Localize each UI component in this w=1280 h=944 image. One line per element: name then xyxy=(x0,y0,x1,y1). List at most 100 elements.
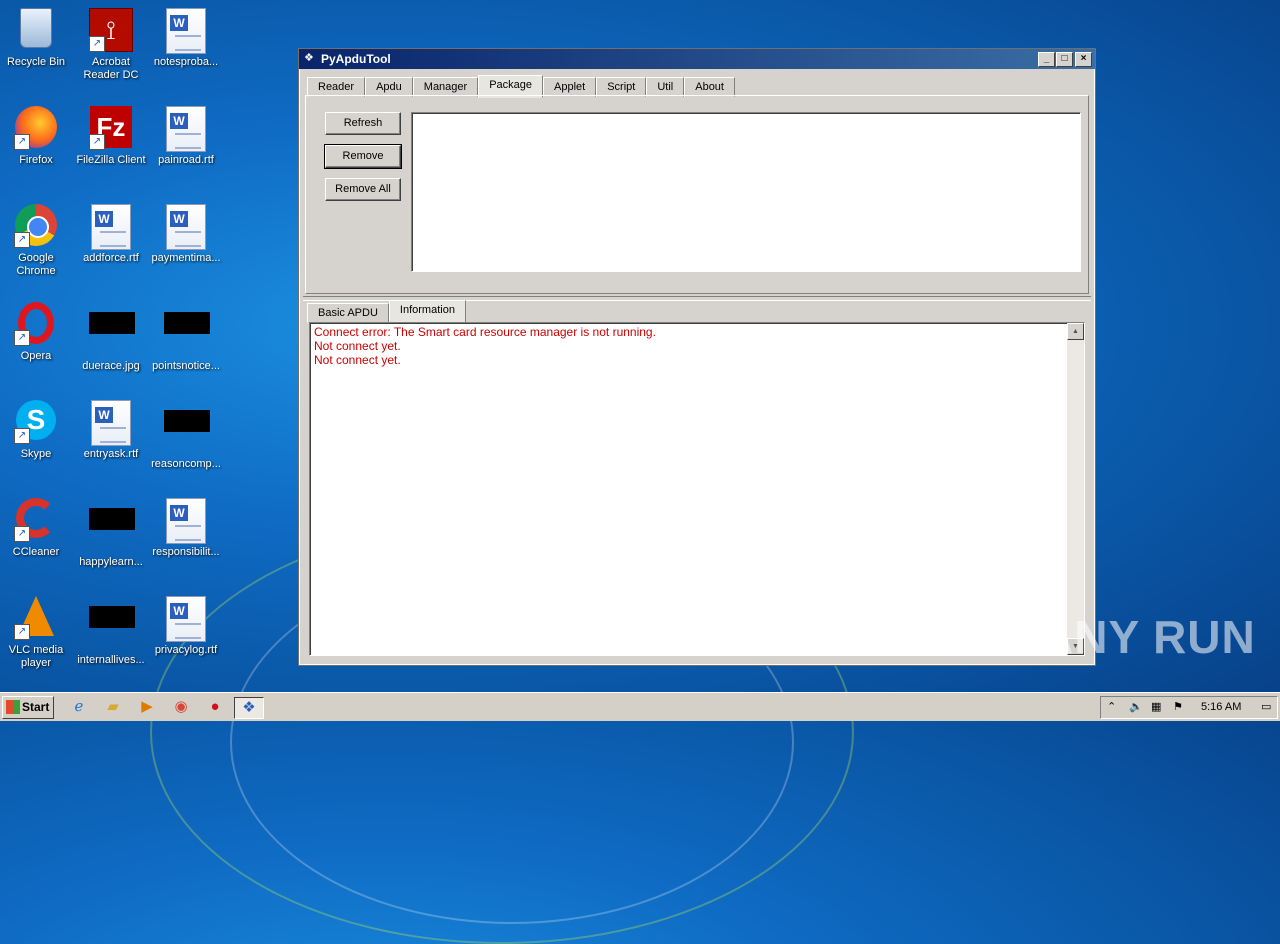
maximize-button[interactable]: □ xyxy=(1056,52,1073,67)
tab-util[interactable]: Util xyxy=(646,77,685,97)
volume-icon[interactable]: 🔈 xyxy=(1129,697,1143,718)
start-label: Start xyxy=(22,700,50,714)
tab-apdu[interactable]: Apdu xyxy=(365,77,413,97)
desktop-icon-reasoncomp[interactable]: reasoncomp... xyxy=(148,400,224,471)
desktop-icon-label: duerace.jpg xyxy=(82,360,140,372)
desktop-icon-pointsnotice[interactable]: pointsnotice... xyxy=(148,302,224,373)
desktop-icon-label: notesproba... xyxy=(153,56,219,68)
network-icon[interactable]: ▦ xyxy=(1151,697,1161,718)
start-button[interactable]: Start xyxy=(2,696,54,719)
desktop-icon-entryask[interactable]: W entryask.rtf xyxy=(73,400,149,461)
desktop-icon-vlc[interactable]: ↗ VLC media player xyxy=(0,596,74,670)
desktop-icon-notesproba[interactable]: W notesproba... xyxy=(148,8,224,69)
shortcut-arrow-icon: ↗ xyxy=(14,330,30,346)
desktop-icon-painroad[interactable]: W painroad.rtf xyxy=(148,106,224,167)
remove-all-button[interactable]: Remove All xyxy=(325,178,401,201)
tab-basic-apdu[interactable]: Basic APDU xyxy=(307,303,389,323)
desktop-icon-label: Firefox xyxy=(19,154,53,166)
word-doc-icon: W xyxy=(164,596,208,642)
tray-expand-icon[interactable]: ⌃ xyxy=(1107,697,1116,718)
shortcut-arrow-icon: ↗ xyxy=(89,134,105,150)
desktop-icon-recycle-bin[interactable]: Recycle Bin xyxy=(0,8,74,69)
log-line: Not connect yet. xyxy=(314,339,401,353)
package-list[interactable] xyxy=(411,112,1081,272)
word-doc-icon: W xyxy=(164,498,208,544)
close-button[interactable]: × xyxy=(1075,52,1092,67)
information-log[interactable]: Connect error: The Smart card resource m… xyxy=(309,322,1085,656)
desktop-icon-privacylog[interactable]: W privacylog.rtf xyxy=(148,596,224,657)
internet-explorer-icon[interactable]: ℯ xyxy=(69,697,89,717)
vlc-icon: ↗ xyxy=(14,596,58,640)
tab-reader[interactable]: Reader xyxy=(307,77,366,97)
desktop-icon-happylearn[interactable]: happylearn... xyxy=(73,498,149,569)
word-doc-icon: W xyxy=(164,8,208,54)
shortcut-arrow-icon: ↗ xyxy=(14,624,30,640)
desktop-icon-opera[interactable]: ↗ Opera xyxy=(0,302,74,363)
clock[interactable]: 5:16 AM xyxy=(1201,697,1241,718)
desktop-icon-label: Google Chrome xyxy=(16,252,56,277)
desktop-icon-paymentima[interactable]: W paymentima... xyxy=(148,204,224,265)
image-file-icon xyxy=(89,312,135,356)
desktop-icon-acrobat[interactable]: ⟟ ↗ Acrobat Reader DC xyxy=(73,8,149,82)
desktop-icon-skype[interactable]: S ↗ Skype xyxy=(0,400,74,461)
scroll-up-icon[interactable]: ▲ xyxy=(1067,323,1084,340)
pyapdutool-window: ❖ PyApduTool _ □ × Reader Apdu Manager P… xyxy=(298,48,1096,666)
desktop-icon-label: FileZilla Client xyxy=(76,154,146,166)
tab-manager[interactable]: Manager xyxy=(412,77,479,97)
window-title: PyApduTool xyxy=(321,52,391,66)
log-scrollbar[interactable]: ▲ ▼ xyxy=(1067,323,1084,655)
desktop-icon-duerace[interactable]: duerace.jpg xyxy=(73,302,149,373)
desktop-icon-label: internallives... xyxy=(77,654,145,666)
word-doc-icon: W xyxy=(164,106,208,152)
desktop-icon-responsibilit[interactable]: W responsibilit... xyxy=(148,498,224,559)
log-lines: Connect error: The Smart card resource m… xyxy=(310,323,1084,369)
word-doc-icon: W xyxy=(164,204,208,250)
show-desktop-icon[interactable]: ▭ xyxy=(1261,697,1271,718)
desktop-icon-label: addforce.rtf xyxy=(83,252,139,264)
desktop-icon-label: entryask.rtf xyxy=(83,448,139,460)
tab-applet[interactable]: Applet xyxy=(543,77,597,97)
desktop-icon-label: privacylog.rtf xyxy=(154,644,218,656)
desktop-icon-chrome[interactable]: ↗ Google Chrome xyxy=(0,204,74,278)
minimize-button[interactable]: _ xyxy=(1038,52,1055,67)
taskbar: Start ℯ ▰ ▶ ◉ ● ❖ ⌃ 🔈 ▦ ⚑ 5:16 AM ▭ xyxy=(0,692,1280,721)
media-player-icon[interactable]: ▶ xyxy=(137,697,157,717)
acrobat-icon: ⟟ ↗ xyxy=(89,8,133,52)
desktop-icon-label: painroad.rtf xyxy=(158,154,214,166)
ccleaner-icon: ↗ xyxy=(14,498,58,542)
desktop-icon-ccleaner[interactable]: ↗ CCleaner xyxy=(0,498,74,559)
title-bar[interactable]: ❖ PyApduTool _ □ × xyxy=(299,49,1095,69)
desktop-icon-filezilla[interactable]: Fz ↗ FileZilla Client xyxy=(73,106,149,167)
desktop-icon-label: Skype xyxy=(20,448,52,460)
tab-information[interactable]: Information xyxy=(388,300,466,323)
shortcut-arrow-icon: ↗ xyxy=(14,232,30,248)
folder-icon[interactable]: ▰ xyxy=(103,697,123,717)
shortcut-arrow-icon: ↗ xyxy=(14,428,30,444)
pyapdutool-taskbar-button[interactable]: ❖ xyxy=(234,697,264,719)
desktop-icon-firefox[interactable]: ↗ Firefox xyxy=(0,106,74,167)
desktop-icon-addforce[interactable]: W addforce.rtf xyxy=(73,204,149,265)
tab-script[interactable]: Script xyxy=(596,77,647,97)
watermark: ANY RUN xyxy=(1040,611,1256,663)
opera-icon: ↗ xyxy=(14,302,58,346)
desktop-icon-label: CCleaner xyxy=(12,546,60,558)
chrome-icon[interactable]: ◉ xyxy=(171,697,191,717)
desktop-icon-label: reasoncomp... xyxy=(151,458,221,470)
desktop-icon-label: paymentima... xyxy=(151,252,221,264)
recycle-bin-icon xyxy=(14,8,58,52)
tab-about[interactable]: About xyxy=(684,77,735,97)
remove-button[interactable]: Remove xyxy=(324,144,402,169)
log-line: Not connect yet. xyxy=(314,353,401,367)
filezilla-icon: Fz ↗ xyxy=(89,106,133,150)
desktop-icon-internallives[interactable]: internallives... xyxy=(73,596,149,667)
firefox-icon: ↗ xyxy=(14,106,58,150)
log-line: Connect error: The Smart card resource m… xyxy=(314,325,656,339)
action-center-flag-icon[interactable]: ⚑ xyxy=(1173,697,1183,718)
image-file-icon xyxy=(89,508,135,552)
refresh-button[interactable]: Refresh xyxy=(325,112,401,135)
opera-icon[interactable]: ● xyxy=(205,697,225,717)
image-file-icon xyxy=(89,606,135,650)
shortcut-arrow-icon: ↗ xyxy=(89,36,105,52)
word-doc-icon: W xyxy=(89,204,133,250)
desktop-icon-label: happylearn... xyxy=(79,556,143,568)
